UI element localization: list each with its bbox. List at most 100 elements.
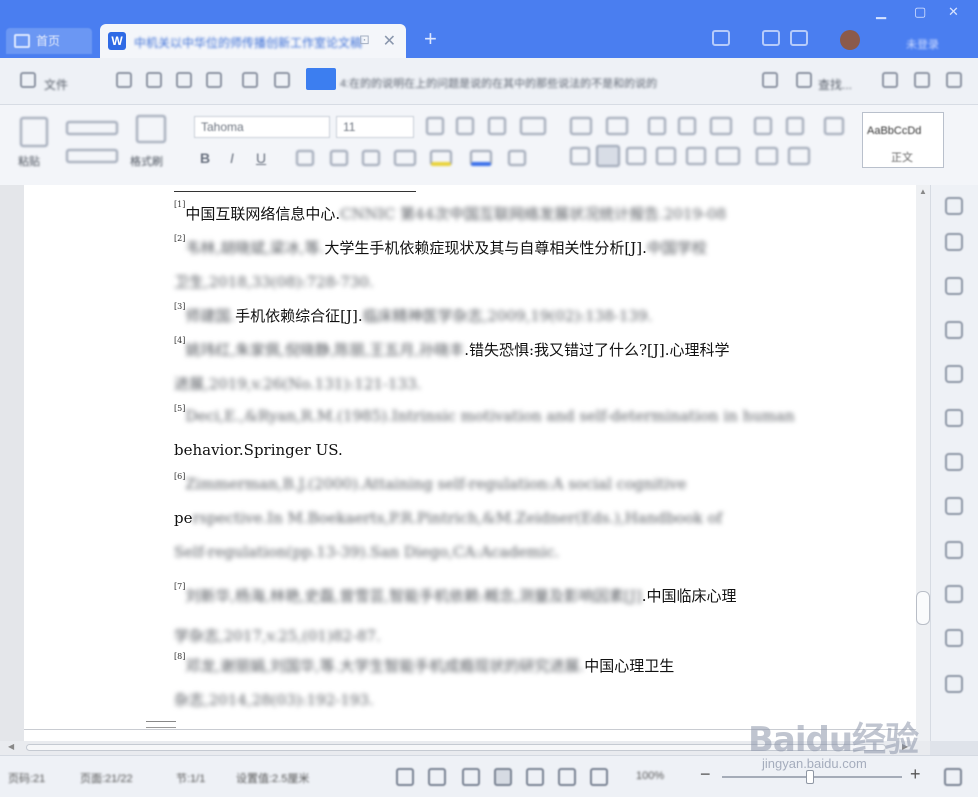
print-icon[interactable] (176, 72, 192, 88)
align-right-icon[interactable] (626, 147, 646, 165)
font-color-icon[interactable] (470, 150, 492, 166)
bold-button[interactable]: B (200, 150, 210, 166)
save-icon[interactable] (116, 72, 132, 88)
sidebar-star-icon[interactable] (945, 365, 963, 383)
protect-icon[interactable] (396, 768, 414, 786)
status-pages[interactable]: 页面:21/22 (80, 770, 133, 786)
scroll-left-icon[interactable]: ◀ (8, 742, 14, 751)
file-menu[interactable]: 文件 (44, 76, 68, 93)
indent-increase-icon[interactable] (678, 117, 696, 135)
vertical-scrollbar[interactable]: ▲ (916, 185, 930, 741)
chinese-layout-icon[interactable] (710, 117, 732, 135)
reference-line[interactable]: Self-regulation(pp.13-39).San Diego,CA:A… (174, 543, 559, 561)
fullscreen-icon[interactable] (944, 768, 962, 786)
borders-icon[interactable] (788, 147, 810, 165)
sidebar-apps-icon[interactable] (945, 585, 963, 603)
strikethrough-icon[interactable] (296, 150, 314, 166)
copy-icon[interactable] (66, 149, 118, 163)
show-marks-icon[interactable] (786, 117, 804, 135)
outline-view-icon[interactable] (558, 768, 576, 786)
redo-icon[interactable] (242, 72, 258, 88)
share-icon[interactable] (762, 30, 780, 46)
style-gallery[interactable]: AaBbCcDd 正文 (862, 112, 944, 168)
pen-mode-icon[interactable] (462, 768, 480, 786)
sidebar-pen-icon[interactable] (945, 277, 963, 295)
sign-in-label[interactable]: 未登录 (906, 36, 939, 52)
page-view-icon[interactable] (494, 768, 512, 786)
format-painter-icon[interactable] (136, 115, 166, 143)
reference-line[interactable]: [6]Zimmerman,B.J.(2000).Attaining self-r… (174, 472, 686, 493)
close-tab-icon[interactable]: ✕ (383, 31, 396, 51)
sidebar-bookmark-icon[interactable] (945, 497, 963, 515)
spellcheck-icon[interactable] (428, 768, 446, 786)
zoom-value[interactable]: 100% (636, 770, 664, 782)
maximize-icon[interactable]: ▢ (914, 4, 926, 20)
italic-button[interactable]: I (230, 150, 234, 166)
sidebar-doc-icon[interactable] (945, 321, 963, 339)
font-name-select[interactable]: Tahoma (194, 116, 330, 138)
help-icon[interactable] (914, 72, 930, 88)
phonetic-icon[interactable] (520, 117, 546, 135)
paste-label[interactable]: 粘贴 (18, 153, 40, 169)
font-grow-icon[interactable] (426, 117, 444, 135)
subscript-icon[interactable] (362, 150, 380, 166)
document-page[interactable]: [1]中国互联网络信息中心.CNNIC 第44次中国互联网络发展状况统计报告.2… (24, 185, 916, 741)
reference-line[interactable]: 卫生,2018,33(08):728-730. (174, 271, 374, 292)
reference-line[interactable]: [3]师建国.手机依赖综合征[J].临床精神医学杂志,2009,19(02):1… (174, 302, 652, 326)
preview-icon[interactable] (206, 72, 222, 88)
reference-line[interactable]: [5]Deci,E.,&Ryan,R.M.(1985).Intrinsic mo… (174, 404, 795, 425)
status-page[interactable]: 页码:21 (8, 770, 45, 786)
shading-icon[interactable] (756, 147, 778, 165)
home-tab[interactable]: 首页 (6, 28, 92, 54)
numbering-icon[interactable] (606, 117, 628, 135)
reading-mode-icon[interactable] (590, 768, 608, 786)
sort-icon[interactable] (754, 117, 772, 135)
reference-line[interactable]: [1]中国互联网络信息中心.CNNIC 第44次中国互联网络发展状况统计报告.2… (174, 200, 726, 224)
indent-decrease-icon[interactable] (648, 117, 666, 135)
font-shrink-icon[interactable] (456, 117, 474, 135)
reference-line[interactable]: 进展,2019,v.26(No.131):121-133. (174, 373, 421, 394)
font-size-select[interactable]: 11 (336, 116, 414, 138)
menu-icon[interactable] (20, 72, 36, 88)
zoom-slider-knob[interactable] (806, 770, 814, 784)
sync-icon[interactable] (790, 30, 808, 46)
bullets-icon[interactable] (570, 117, 592, 135)
reference-line[interactable]: perspective.In M.Boekaerts,P.R.Pintrich,… (174, 509, 722, 527)
justify-icon[interactable] (656, 147, 676, 165)
cut-icon[interactable] (66, 121, 118, 135)
align-center-icon[interactable] (596, 145, 620, 167)
sidebar-sync-icon[interactable] (945, 675, 963, 693)
format-painter-label[interactable]: 格式刷 (130, 153, 163, 169)
reference-line[interactable]: [2]韦林,胡晓斌,梁冰,等.大学生手机依赖症现状及其与自尊相关性分析[J].中… (174, 234, 707, 258)
web-view-icon[interactable] (526, 768, 544, 786)
status-section[interactable]: 节:1/1 (176, 770, 205, 786)
search-icon[interactable] (796, 72, 812, 88)
line-spacing-icon[interactable] (716, 147, 740, 165)
status-word-count[interactable]: 设置值:2.5厘米 (236, 770, 309, 786)
reference-line[interactable]: 学杂志,2017,v.25,(01)82-87. (174, 625, 381, 646)
reference-line[interactable]: [8]邓龙,谢丽娟,刘国华,等.大学生智能手机成瘾现状的研究进展.中国心理卫生 (174, 652, 674, 676)
layout-icon[interactable] (712, 30, 730, 46)
sidebar-translate-icon[interactable] (945, 541, 963, 559)
scroll-up-icon[interactable]: ▲ (919, 187, 927, 196)
dropdown-icon[interactable] (762, 72, 778, 88)
highlight-icon[interactable] (430, 150, 452, 166)
pin-icon[interactable]: ⊡ (359, 32, 370, 48)
char-border-icon[interactable] (508, 150, 526, 166)
sidebar-share-icon[interactable] (945, 409, 963, 427)
sidebar-backup-icon[interactable] (945, 453, 963, 471)
clear-format-icon[interactable] (488, 117, 506, 135)
text-effect-icon[interactable] (394, 150, 416, 166)
scroll-thumb[interactable] (916, 591, 930, 625)
sidebar-edit-icon[interactable] (945, 233, 963, 251)
search-label[interactable]: 查找... (818, 76, 852, 93)
avatar[interactable] (840, 30, 860, 50)
close-window-icon[interactable]: ✕ (948, 4, 959, 20)
new-tab-button[interactable]: + (424, 28, 437, 50)
reference-line[interactable]: behavior.Springer US. (174, 441, 343, 459)
document-tab[interactable]: W 中机关以中华位的师传播创新工作室论文稿 ⊡ ✕ (100, 24, 406, 58)
underline-button[interactable]: U (256, 150, 266, 166)
zoom-out-button[interactable]: − (700, 764, 711, 785)
more-icon[interactable] (274, 72, 290, 88)
settings-icon[interactable] (882, 72, 898, 88)
